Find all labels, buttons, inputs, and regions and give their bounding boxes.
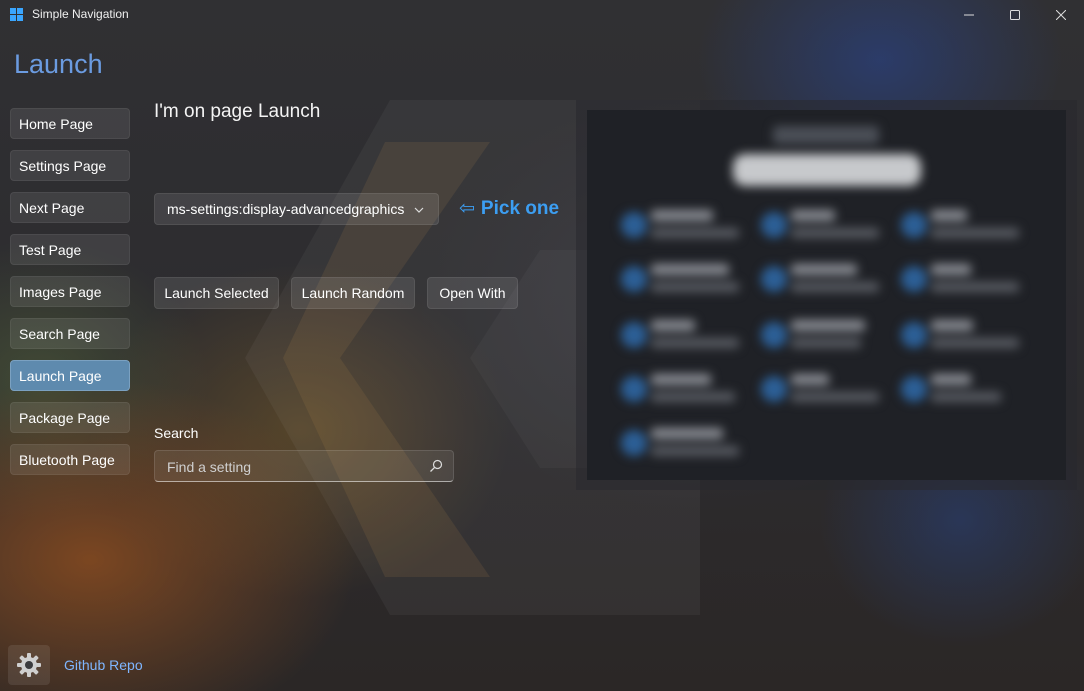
nav-item-launch[interactable]: Launch Page	[10, 360, 130, 391]
search-box[interactable]	[154, 450, 454, 483]
search-label: Search	[154, 425, 199, 441]
minimize-icon	[964, 14, 974, 16]
pick-one-text: Pick one	[480, 198, 560, 219]
page-header: Launch	[14, 49, 103, 79]
settings-preview-image	[587, 110, 1066, 480]
close-icon	[1056, 10, 1066, 20]
windows-logo-icon	[10, 8, 24, 22]
uri-combobox[interactable]: ms-settings:display-advancedgraphics	[154, 193, 439, 225]
launch-selected-button[interactable]: Launch Selected	[154, 277, 279, 309]
nav-item-search[interactable]: Search Page	[10, 318, 130, 349]
maximize-icon	[1010, 10, 1020, 20]
nav-item-package[interactable]: Package Page	[10, 402, 130, 433]
window-title: Simple Navigation	[32, 7, 129, 21]
nav-item-test[interactable]: Test Page	[10, 234, 130, 265]
chevron-down-icon	[414, 194, 424, 224]
open-with-button[interactable]: Open With	[427, 277, 518, 309]
gear-icon	[17, 653, 41, 677]
search-icon[interactable]	[429, 459, 443, 473]
settings-preview-panel	[576, 100, 1077, 490]
github-repo-link[interactable]: Github Repo	[64, 657, 143, 673]
search-input[interactable]	[165, 451, 419, 483]
nav-item-bluetooth[interactable]: Bluetooth Page	[10, 444, 130, 475]
nav-item-images[interactable]: Images Page	[10, 276, 130, 307]
minimize-button[interactable]	[946, 0, 992, 30]
settings-button[interactable]	[8, 645, 50, 685]
left-arrow-icon: ⇦	[459, 198, 475, 219]
maximize-button[interactable]	[992, 0, 1038, 30]
close-button[interactable]	[1038, 0, 1084, 30]
combobox-selected-value: ms-settings:display-advancedgraphics	[167, 201, 405, 217]
launch-random-button[interactable]: Launch Random	[291, 277, 415, 309]
nav-item-settings[interactable]: Settings Page	[10, 150, 130, 181]
pick-one-hint: ⇦ Pick one	[459, 197, 559, 220]
nav-item-home[interactable]: Home Page	[10, 108, 130, 139]
nav-item-next[interactable]: Next Page	[10, 192, 130, 223]
main-title: I'm on page Launch	[154, 101, 321, 122]
title-bar: Simple Navigation	[0, 0, 1084, 30]
